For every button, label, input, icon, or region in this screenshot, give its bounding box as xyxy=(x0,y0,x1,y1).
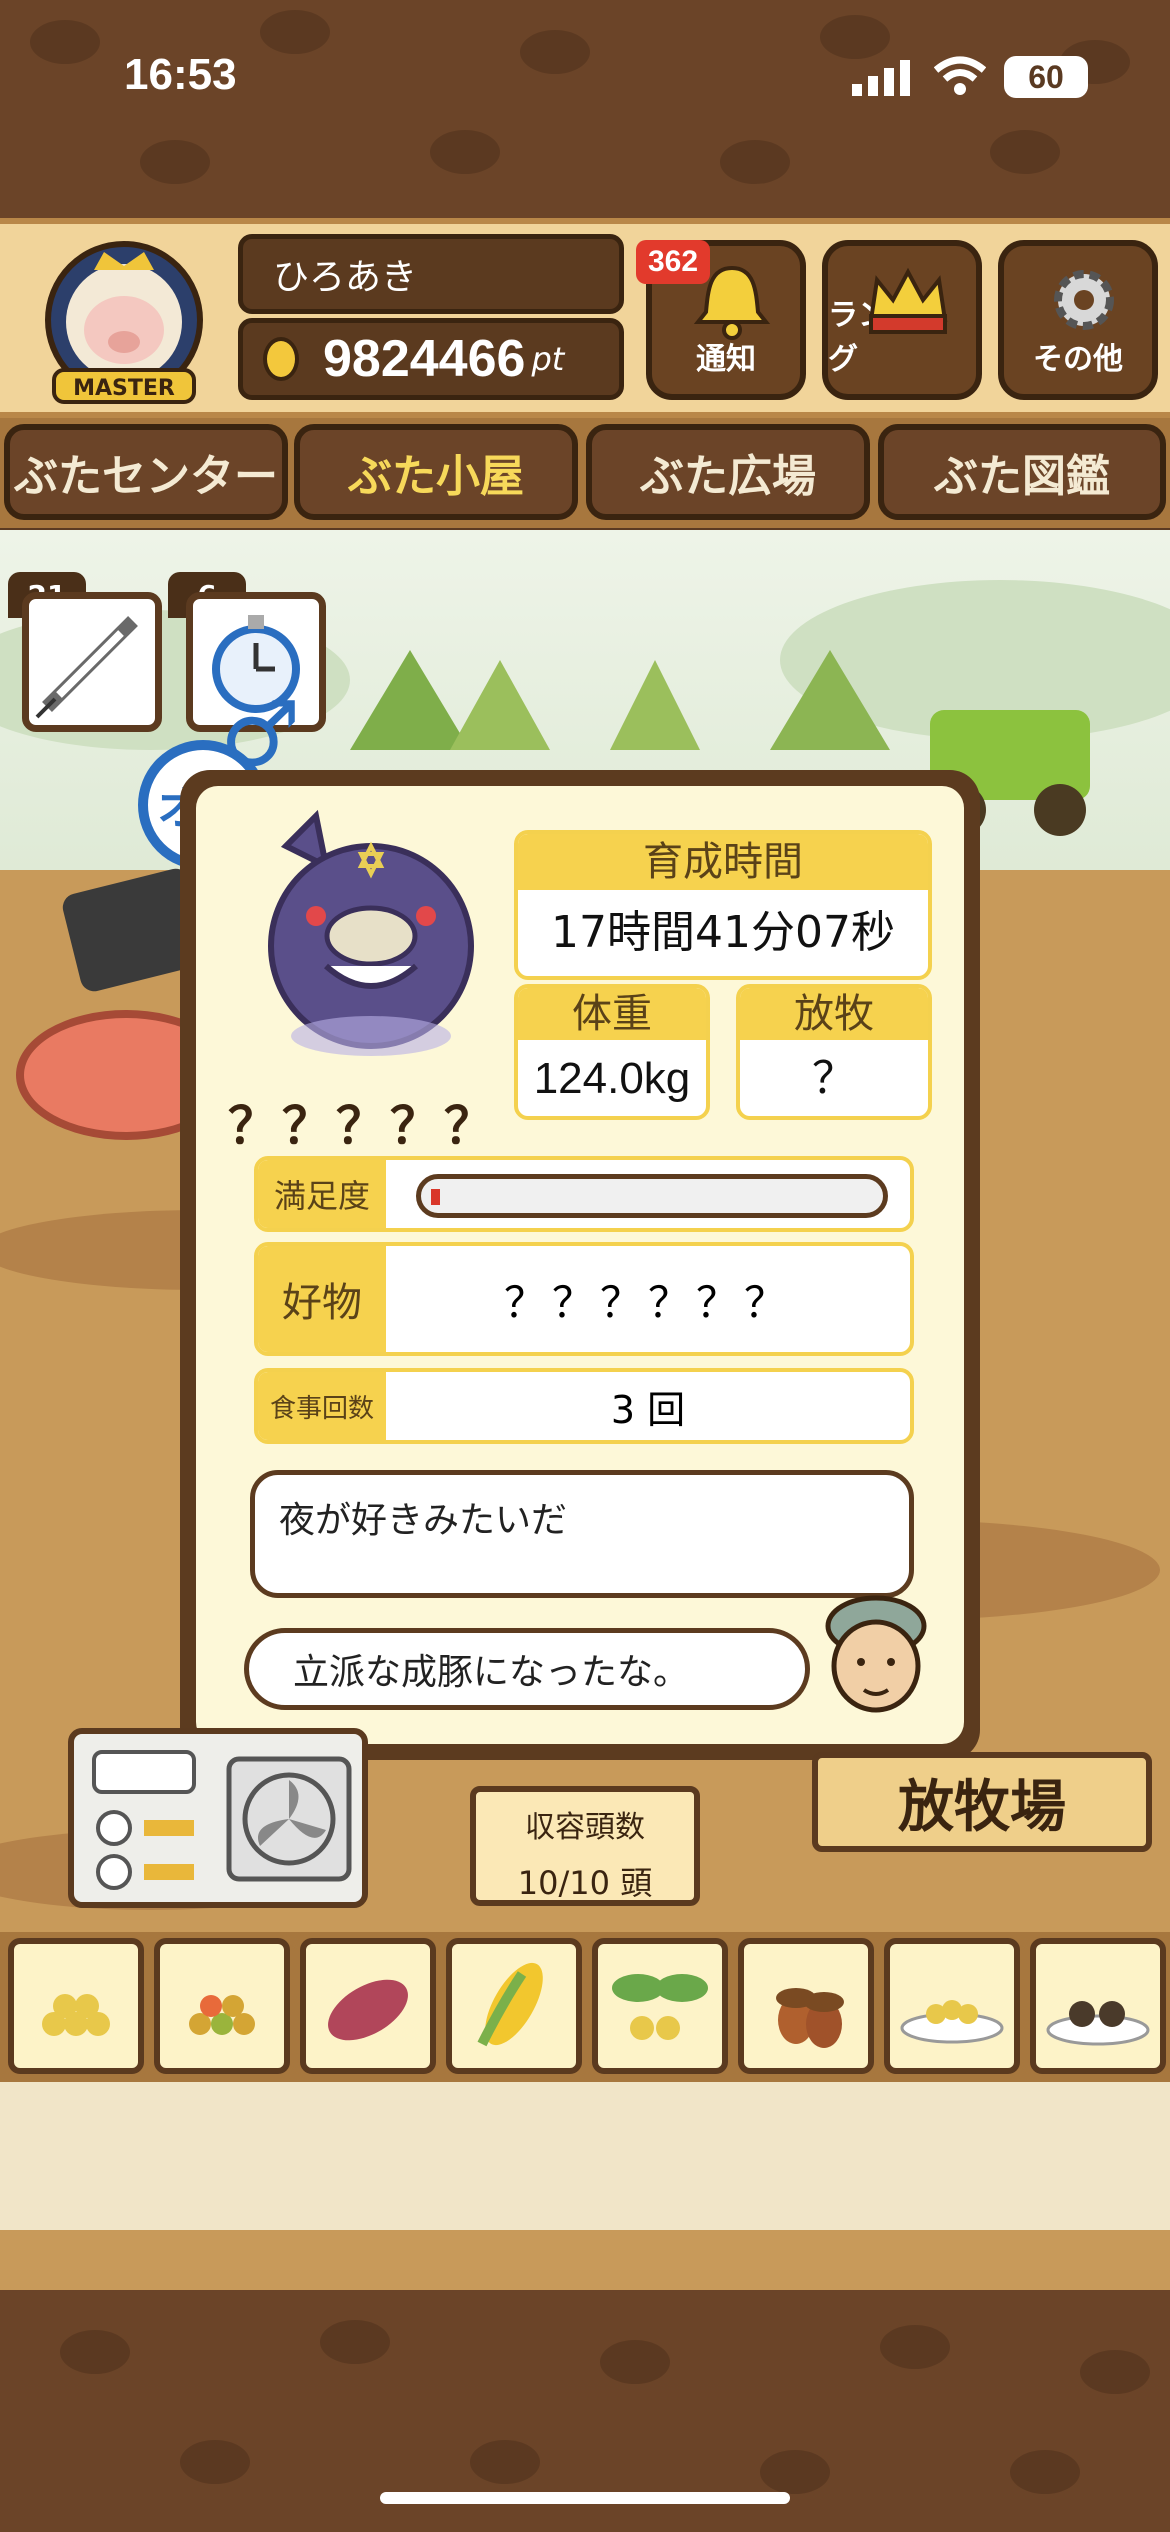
weight-label: 体重 xyxy=(518,988,706,1040)
growth-time-value: 17時間41分07秒 xyxy=(551,907,895,958)
crown-icon xyxy=(868,267,948,334)
master-badge-text: MASTER xyxy=(73,376,175,401)
weight-value: 124.0kg xyxy=(533,1054,691,1103)
meals-row: 食事回数 3 回 xyxy=(254,1368,914,1444)
growth-time-box: 育成時間 17時間41分07秒 xyxy=(514,830,932,980)
acorn-icon xyxy=(776,1988,844,2048)
signal-icon xyxy=(852,60,914,96)
top-background xyxy=(0,0,1170,225)
tab-buta-koya[interactable]: ぶた小屋 xyxy=(294,424,578,520)
satisfaction-bar xyxy=(416,1174,888,1218)
favorite-row: 好物 ？？？？？？ xyxy=(254,1242,914,1356)
other-button[interactable]: その他 xyxy=(998,240,1158,400)
notification-badge: 362 xyxy=(636,240,710,284)
corn-icon xyxy=(477,1962,543,2047)
graze-label: 放牧 xyxy=(740,988,928,1040)
tab-buta-hiroba[interactable]: ぶた広場 xyxy=(586,424,870,520)
sweet-potato-icon xyxy=(328,1979,408,2041)
food-slot-truffle[interactable] xyxy=(1030,1938,1166,2074)
satisfaction-row: 満足度 xyxy=(254,1156,914,1232)
notification-label: 通知 xyxy=(696,342,756,377)
graze-box: 放牧 ？ xyxy=(736,984,932,1120)
pasture-sign[interactable]: 放牧場 xyxy=(812,1752,1152,1852)
points-box: 9824466 pt xyxy=(238,318,624,400)
farmer-avatar-icon xyxy=(825,1595,927,1713)
food-slot-acorn[interactable] xyxy=(738,1938,874,2074)
fan-icon xyxy=(226,1756,352,1882)
satisfaction-fill xyxy=(431,1189,440,1205)
favorite-value: ？？？？？？ xyxy=(503,1277,792,1327)
capacity-label: 収容頭数 xyxy=(525,1810,645,1845)
favorite-label: 好物 xyxy=(258,1246,386,1352)
food-slot-soybeans[interactable] xyxy=(884,1938,1020,2074)
food-slot-grain[interactable] xyxy=(8,1938,144,2074)
male-symbol-icon: ♂ xyxy=(220,682,301,787)
capacity-sign: 収容頭数 10/10 頭 xyxy=(470,1786,700,1906)
food-slot-beans[interactable] xyxy=(592,1938,728,2074)
graze-value: ？ xyxy=(812,1053,856,1104)
wifi-icon xyxy=(933,56,987,96)
pig-status-panel: ？？？？？ 育成時間 17時間41分07秒 体重 124.0kg 放牧 ？ 満足… xyxy=(196,786,964,1744)
food-slot-sweet-potato[interactable] xyxy=(300,1938,436,2074)
points-value: 9824466 xyxy=(323,330,526,388)
status-time: 16:53 xyxy=(124,50,237,99)
points-unit: pt xyxy=(531,340,565,378)
wild-boar-pig-icon xyxy=(268,809,474,1056)
meals-label: 食事回数 xyxy=(258,1372,386,1440)
syringe-icon xyxy=(35,616,138,719)
capacity-value: 10/10 頭 xyxy=(517,1864,653,1902)
coin-icon xyxy=(263,337,299,381)
truffle-plate-icon xyxy=(1046,2001,1150,2046)
tab-buta-zukan[interactable]: ぶた図鑑 xyxy=(878,424,1166,520)
other-label: その他 xyxy=(1033,342,1123,377)
comment-bubble: 立派な成豚になったな。 xyxy=(244,1628,810,1710)
ranking-button[interactable]: ランキング xyxy=(822,240,982,400)
username: ひろあき xyxy=(273,257,418,298)
username-box: ひろあき xyxy=(238,234,624,314)
hint-text: 夜が好きみたいだ xyxy=(279,1500,568,1541)
syringe-item[interactable] xyxy=(22,592,162,732)
gear-icon xyxy=(1054,270,1114,330)
master-avatar[interactable]: MASTER xyxy=(24,230,224,410)
food-slot-mixed-grain[interactable] xyxy=(154,1938,290,2074)
battery-icon: 60 xyxy=(1004,56,1088,98)
satisfaction-label: 満足度 xyxy=(258,1160,386,1228)
meals-value: 3 回 xyxy=(610,1387,686,1432)
pig-name: ？？？？？ xyxy=(228,1097,498,1155)
home-indicator xyxy=(380,2492,790,2504)
weight-box: 体重 124.0kg xyxy=(514,984,710,1120)
gauge-icon xyxy=(92,1750,196,1890)
mixed-grain-icon xyxy=(189,1995,255,2035)
battery-level: 60 xyxy=(1028,58,1064,95)
soybean-plate-icon xyxy=(900,2000,1004,2044)
growth-time-label: 育成時間 xyxy=(518,834,928,890)
comment-text: 立派な成豚になったな。 xyxy=(293,1652,690,1693)
control-panel-machine[interactable] xyxy=(68,1728,368,1908)
beans-icon xyxy=(612,1974,708,2040)
grain-pile-icon xyxy=(42,1994,110,2036)
pasture-sign-text: 放牧場 xyxy=(898,1774,1066,1840)
tab-buta-center[interactable]: ぶたセンター xyxy=(4,424,288,520)
food-slot-corn[interactable] xyxy=(446,1938,582,2074)
hint-bubble: 夜が好きみたいだ xyxy=(250,1470,914,1598)
